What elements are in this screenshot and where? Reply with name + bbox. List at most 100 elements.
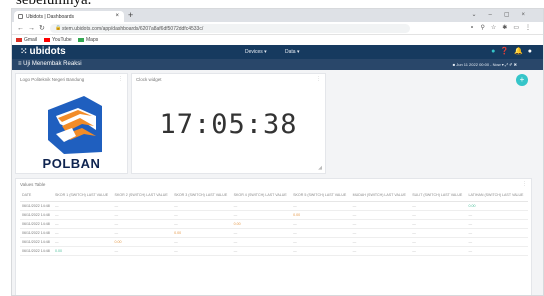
browser-window: Ubidots | Dashboards × + ⌄–▢× ←→↻ 🔒 stem… <box>11 8 544 296</box>
col-skor3[interactable]: SKOR 3 (SWITCH) LAST VALUE <box>172 191 232 202</box>
clock-time: 17:05:38 <box>159 109 298 140</box>
dashboard-canvas: Logo Politeknik Negeri Bandung ⋮ POLBAN … <box>12 70 543 295</box>
cell-value: — <box>112 219 173 229</box>
cell-value: 0.00 <box>112 237 173 247</box>
clock-widget: Clock widget ⋮ 17:05:38 ◢ <box>131 73 326 174</box>
data-menu[interactable]: Data ▾ <box>285 49 299 55</box>
cell-value: — <box>231 246 292 256</box>
cell-value: — <box>410 228 467 238</box>
cell-value: — <box>112 201 173 211</box>
table-row: 06/11/2022 14:48 — — — — 0.00 — — — <box>20 210 528 220</box>
dashboard-title[interactable]: ≡ Uji Menembak Reaksi <box>18 61 82 67</box>
browser-toolbar-icons[interactable]: ⚬⚲☆✱▭⋮ <box>470 24 538 31</box>
close-tab-icon[interactable]: × <box>115 13 119 19</box>
values-table-widget: Values Table ⋮ DATE SKOR 1 (SWITCH) LAST… <box>15 178 532 295</box>
table-header-row: DATE SKOR 1 (SWITCH) LAST VALUE SKOR 2 (… <box>20 191 528 202</box>
maps-icon <box>78 37 84 42</box>
bookmark-maps[interactable]: Maps <box>78 37 98 43</box>
cell-value: — <box>53 210 113 220</box>
add-widget-button[interactable]: + <box>516 74 528 86</box>
cell-value: — <box>53 228 113 238</box>
polban-wordmark: POLBAN <box>42 156 101 171</box>
col-skor4[interactable]: SKOR 4 (SWITCH) LAST VALUE <box>231 191 292 202</box>
cell-value: — <box>172 237 232 247</box>
cell-value: — <box>53 201 113 211</box>
cell-value: 0.00 <box>231 219 292 229</box>
cell-value: — <box>231 201 292 211</box>
cell-value: — <box>112 210 173 220</box>
cell-value: — <box>466 237 528 247</box>
cell-value: — <box>112 246 173 256</box>
bookmark-youtube[interactable]: YouTube <box>44 37 72 43</box>
window-controls[interactable]: ⌄–▢× <box>471 11 537 18</box>
cell-value: — <box>231 210 292 220</box>
ubidots-logo[interactable]: ⁙ ubidots <box>20 46 66 57</box>
cell-value: — <box>466 219 528 229</box>
devices-menu[interactable]: Devices ▾ <box>245 49 267 55</box>
cell-date: 06/11/2022 14:48 <box>20 201 54 211</box>
tab-title: Ubidots | Dashboards <box>26 14 74 20</box>
cell-value: — <box>410 246 467 256</box>
cell-value: — <box>231 237 292 247</box>
status-icon: ● <box>491 48 501 55</box>
cell-date: 06/11/2022 14:48 <box>20 237 54 247</box>
cell-value: — <box>53 237 113 247</box>
lock-icon: 🔒 <box>55 25 62 31</box>
app-header: ⁙ ubidots Devices ▾ Data ▾ ●❓🔔● <box>12 45 543 59</box>
resize-handle-icon[interactable]: ◢ <box>318 165 322 171</box>
widget-menu-icon[interactable]: ⋮ <box>316 76 321 82</box>
col-skor5[interactable]: SKOR 5 (SWITCH) LAST VALUE <box>291 191 351 202</box>
table-row: 06/11/2022 14:48 — 0.00 — — — — — — <box>20 237 528 247</box>
col-mudah[interactable]: MUDAH (SWITCH) LAST VALUE <box>350 191 411 202</box>
cell-value: — <box>466 210 528 220</box>
bookmark-gmail[interactable]: Gmail <box>16 37 37 43</box>
cell-value: — <box>112 228 173 238</box>
polban-logo-icon <box>48 96 102 154</box>
widget-menu-icon[interactable]: ⋮ <box>522 181 527 187</box>
col-skor1[interactable]: SKOR 1 (SWITCH) LAST VALUE <box>53 191 113 202</box>
browser-tab[interactable]: Ubidots | Dashboards × <box>14 11 124 22</box>
widget-title: Logo Politeknik Negeri Bandung <box>20 77 85 82</box>
widget-menu-icon[interactable]: ⋮ <box>118 76 123 82</box>
col-latihan[interactable]: LATIHAN (SWITCH) LAST VALUE <box>466 191 528 202</box>
cell-value: — <box>53 219 113 229</box>
gmail-icon <box>16 37 22 42</box>
cell-date: 06/11/2022 14:48 <box>20 219 54 229</box>
cell-value: — <box>466 228 528 238</box>
cell-value: — <box>466 246 528 256</box>
cell-value: 0.00 <box>291 210 351 220</box>
header-icons[interactable]: ●❓🔔● <box>491 47 537 55</box>
cell-value: — <box>350 237 411 247</box>
values-table: DATE SKOR 1 (SWITCH) LAST VALUE SKOR 2 (… <box>20 191 528 256</box>
cell-value: — <box>172 246 232 256</box>
cell-value: — <box>291 246 351 256</box>
cell-value: — <box>350 210 411 220</box>
nav-buttons[interactable]: ←→↻ <box>17 24 49 32</box>
cell-value: — <box>231 228 292 238</box>
cell-value: 0.00 <box>466 201 528 211</box>
table-row: 06/11/2022 14:48 — — — 0.00 — — — — <box>20 219 528 229</box>
cell-value: 0.00 <box>53 246 113 256</box>
col-sulit[interactable]: SULIT (SWITCH) LAST VALUE <box>410 191 467 202</box>
table-row: 06/11/2022 14:48 0.00 — — — — — — — <box>20 246 528 256</box>
cell-value: — <box>172 219 232 229</box>
bookmarks-bar: Gmail YouTube Maps <box>12 35 543 45</box>
cell-date: 06/11/2022 14:48 <box>20 246 54 256</box>
cell-value: — <box>410 201 467 211</box>
cell-date: 06/11/2022 14:48 <box>20 228 54 238</box>
col-date[interactable]: DATE <box>20 191 54 202</box>
url-field[interactable]: 🔒 stem.ubidots.com/app/dashboards/6207a8… <box>50 24 410 33</box>
cell-value: — <box>350 228 411 238</box>
cell-value: — <box>291 237 351 247</box>
cell-value: — <box>410 237 467 247</box>
youtube-icon <box>44 37 50 42</box>
col-skor2[interactable]: SKOR 2 (SWITCH) LAST VALUE <box>112 191 173 202</box>
cell-value: — <box>350 246 411 256</box>
cell-value: — <box>172 210 232 220</box>
ubidots-mark-icon: ⁙ <box>20 46 28 56</box>
date-range-picker[interactable]: ■ Jun 11 2022 00:00 - Now ▾ ⤢ ✐ ✖ <box>453 62 517 67</box>
cell-value: — <box>172 201 232 211</box>
new-tab-button[interactable]: + <box>128 10 133 20</box>
logo-widget: Logo Politeknik Negeri Bandung ⋮ POLBAN <box>15 73 128 174</box>
cell-value: — <box>410 219 467 229</box>
